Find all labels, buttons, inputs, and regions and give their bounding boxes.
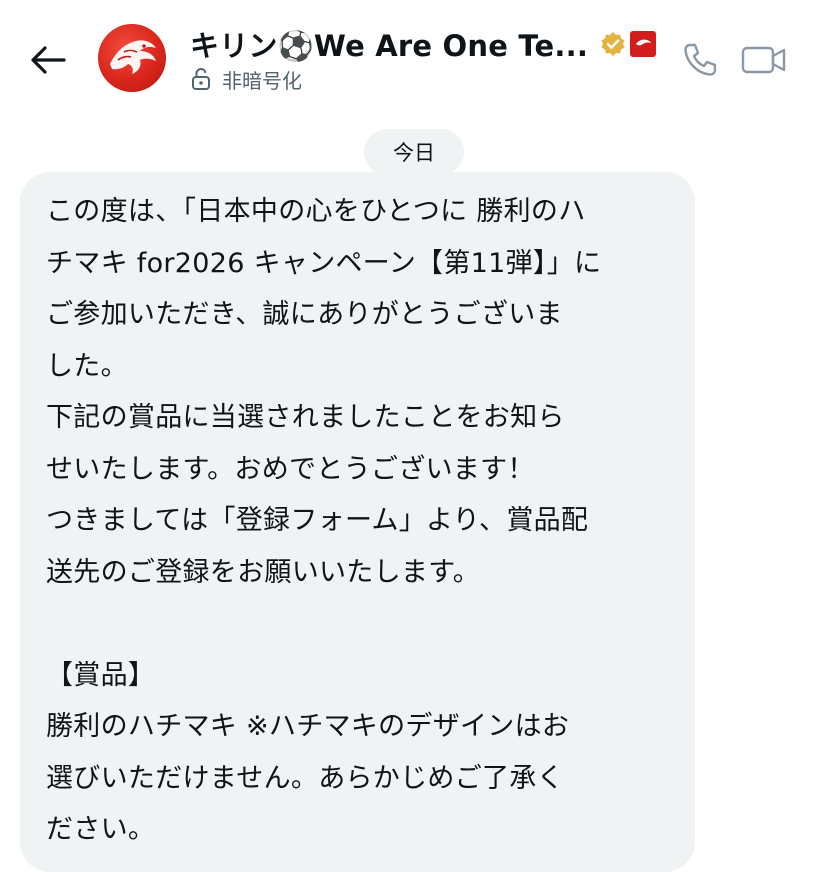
conversation-header: キリン⚽We Are One Te... 非暗号化 — [0, 0, 828, 115]
unlock-icon — [192, 67, 210, 90]
avatar[interactable] — [98, 24, 166, 92]
encryption-status-text: 非暗号化 — [222, 68, 302, 93]
kirin-brand-badge — [630, 31, 657, 57]
kirin-brand-icon — [636, 39, 652, 46]
video-camera-icon — [741, 46, 786, 74]
contact-name: キリン⚽We Are One Te... — [190, 29, 589, 63]
phone-icon — [684, 43, 717, 76]
encryption-status-row: 非暗号化 — [190, 64, 302, 94]
call-button[interactable] — [678, 38, 722, 82]
contact-title-row[interactable]: キリン⚽We Are One Te... — [190, 24, 657, 64]
kirin-logo-icon — [110, 40, 156, 74]
message-text: この度は、「日本中の心をひとつに 勝利のハ チマキ for2026 キャンペーン… — [46, 196, 602, 845]
verified-badge-icon — [601, 32, 625, 56]
back-button[interactable] — [26, 38, 70, 82]
video-call-button[interactable] — [740, 38, 788, 82]
date-separator: 今日 — [364, 129, 464, 175]
arrow-left-icon — [31, 46, 66, 74]
